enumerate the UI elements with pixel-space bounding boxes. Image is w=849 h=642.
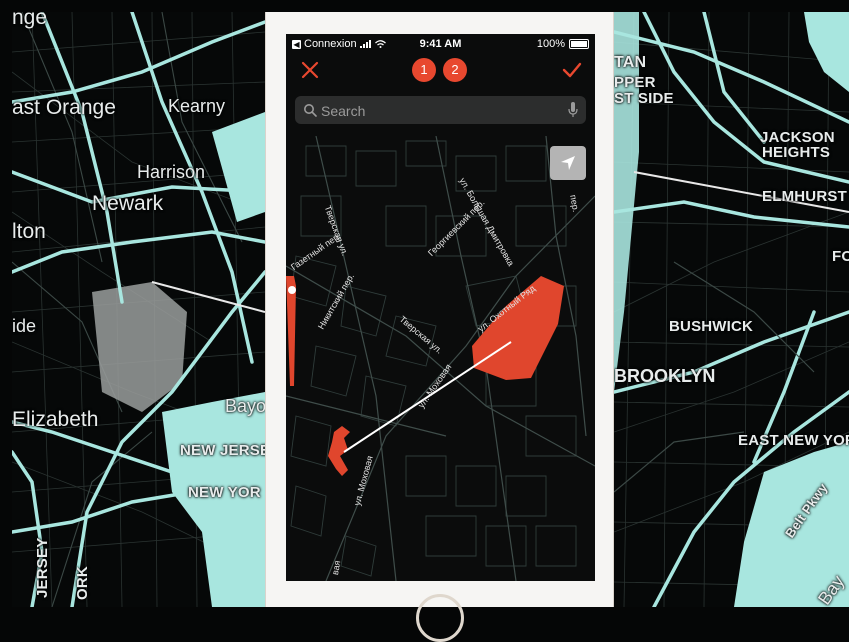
battery-icon — [569, 39, 589, 49]
map-view[interactable]: Тверская ул. Газетный пер. Никитский пер… — [286, 136, 595, 581]
step-2-badge[interactable]: 2 — [443, 58, 467, 82]
label-elizabeth: Elizabeth — [12, 408, 99, 431]
river-water-east — [804, 12, 849, 92]
search-bar — [295, 96, 586, 126]
label-east-orange: ast Orange — [12, 96, 116, 119]
microphone-icon[interactable] — [568, 102, 578, 118]
label-bushwick: BUSHWICK — [669, 318, 754, 335]
river-water — [212, 112, 265, 222]
left-map-panel: nge ast Orange Kearny Harrison Newark lt… — [12, 12, 265, 607]
phone-frame: ◀ Connexion 9:41 AM 100% 1 2 Search Твер… — [265, 12, 614, 642]
search-icon — [304, 104, 317, 117]
label-brooklyn: BROOKLYN — [614, 366, 716, 386]
label-bayonne: Bayo — [225, 396, 265, 416]
label-east-side: ST SIDE — [614, 90, 674, 107]
location-arrow-icon — [561, 156, 575, 170]
top-toolbar: 1 2 — [286, 56, 595, 86]
label-harrison: Harrison — [137, 162, 206, 182]
label-forest: FO — [832, 248, 849, 265]
location-dot — [288, 286, 296, 294]
label-east-new-york: EAST NEW YORK — [738, 432, 849, 449]
label-new-york: NEW YOR — [188, 484, 261, 501]
label-hillside: ide — [12, 316, 37, 336]
phone-screen: ◀ Connexion 9:41 AM 100% 1 2 Search Твер… — [286, 34, 595, 581]
label-newark: Newark — [92, 192, 164, 215]
locate-button[interactable] — [550, 146, 586, 180]
label-jersey-vertical: JERSEY — [34, 537, 51, 598]
city-map — [286, 136, 595, 581]
label-york-vertical: ORK — [74, 566, 91, 600]
label-upper: PPER — [614, 74, 656, 91]
label-orange: nge — [12, 12, 48, 29]
close-icon[interactable] — [300, 60, 320, 80]
checkmark-icon[interactable] — [561, 60, 583, 80]
search-input[interactable] — [319, 96, 553, 126]
label-elmhurst: ELMHURST — [762, 188, 847, 205]
battery-percent: 100% — [536, 38, 565, 50]
battery-status: 100% — [537, 38, 589, 50]
label-manhattan: TAN — [614, 54, 647, 71]
label-hilton: lton — [12, 220, 46, 243]
home-button[interactable] — [416, 594, 464, 642]
label-new-jersey: NEW JERSE — [180, 442, 265, 459]
label-heights: HEIGHTS — [762, 144, 831, 161]
right-map-panel: TAN PPER ST SIDE JACKSON HEIGHTS ELMHURS… — [614, 12, 849, 607]
step-1-badge[interactable]: 1 — [412, 58, 436, 82]
status-bar: ◀ Connexion 9:41 AM 100% — [286, 34, 595, 54]
label-kearny: Kearny — [168, 96, 226, 116]
